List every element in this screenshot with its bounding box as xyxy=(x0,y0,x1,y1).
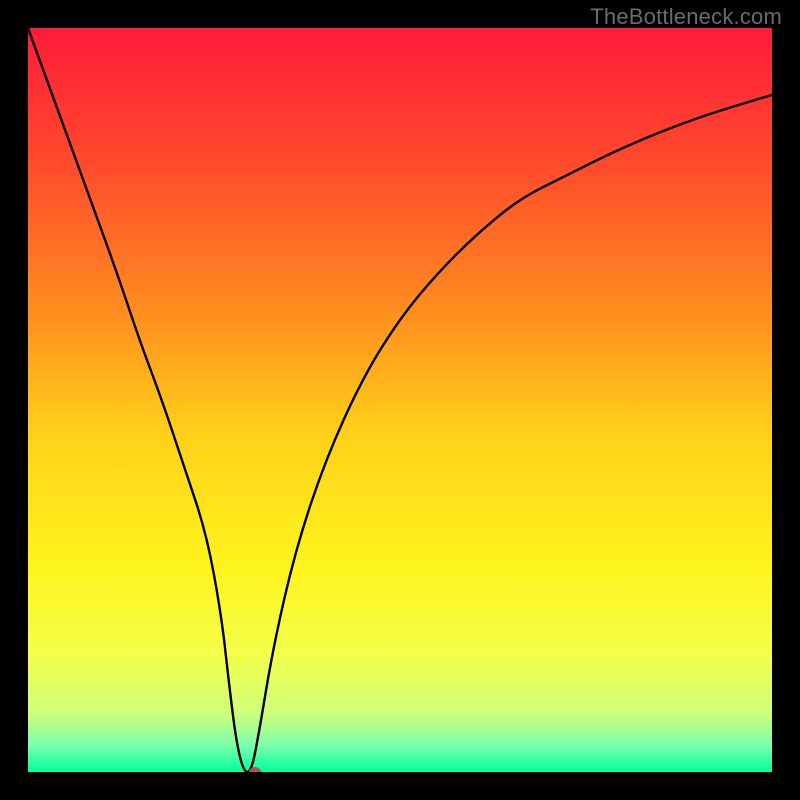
chart-plot-area xyxy=(28,28,772,772)
watermark-text: TheBottleneck.com xyxy=(590,4,782,30)
chart-background xyxy=(28,28,772,772)
chart-svg xyxy=(28,28,772,772)
chart-frame: TheBottleneck.com xyxy=(0,0,800,800)
